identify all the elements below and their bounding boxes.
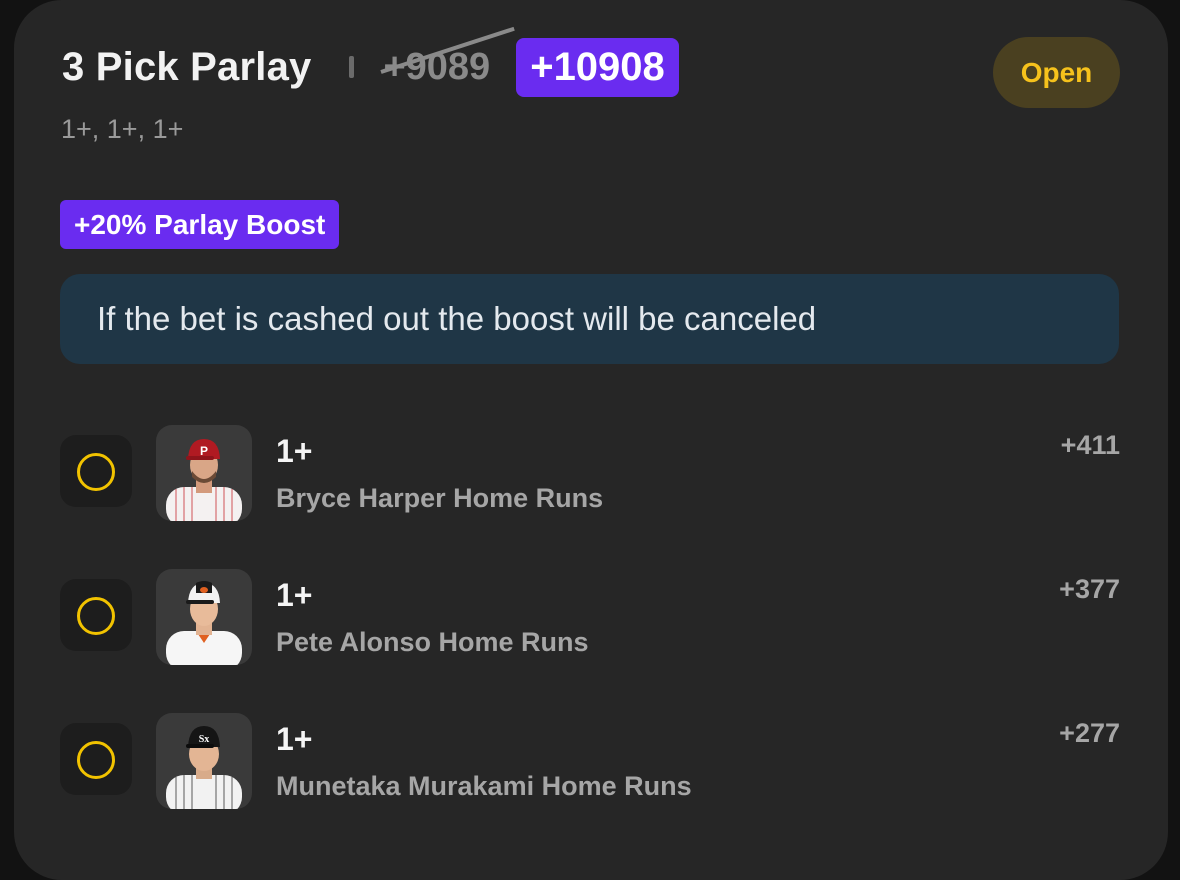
title-divider [349, 56, 355, 78]
leg-line: 1+ [276, 433, 313, 469]
status-badge: Open [993, 37, 1120, 108]
leg-odds: +277 [1059, 718, 1120, 748]
pending-circle-icon [77, 453, 115, 491]
leg-line: 1+ [276, 721, 313, 757]
original-odds: +9089 [380, 26, 516, 89]
leg-status [60, 723, 132, 795]
leg-row[interactable]: 1+ Pete Alonso Home Runs +377 [60, 569, 1120, 665]
player-avatar [156, 569, 252, 665]
boosted-odds: +10908 [516, 37, 679, 97]
leg-market: Munetaka Murakami Home Runs [276, 771, 692, 801]
player-avatar: Sx [156, 713, 252, 809]
leg-line: 1+ [276, 577, 313, 613]
player-avatar: P [156, 425, 252, 521]
lines-summary: 1+, 1+, 1+ [61, 114, 184, 144]
leg-market: Bryce Harper Home Runs [276, 483, 604, 513]
leg-odds: +377 [1059, 574, 1120, 604]
leg-odds: +411 [1060, 430, 1120, 460]
pending-circle-icon [77, 741, 115, 779]
svg-text:Sx: Sx [199, 734, 210, 745]
leg-status [60, 579, 132, 651]
bet-title: 3 Pick Parlay [62, 44, 312, 89]
cashout-notice: If the bet is cashed out the boost will … [60, 274, 1119, 364]
bet-header: 3 Pick Parlay +9089 +10908 [62, 26, 679, 98]
leg-status [60, 435, 132, 507]
leg-row[interactable]: P 1+ Bryce Harper Home Runs +411 [60, 425, 1120, 521]
pending-circle-icon [77, 597, 115, 635]
leg-market: Pete Alonso Home Runs [276, 627, 589, 657]
parlay-boost-tag: +20% Parlay Boost [60, 200, 340, 249]
parlay-card[interactable]: 3 Pick Parlay +9089 +10908 Open 1+, 1+, … [14, 0, 1168, 880]
svg-text:P: P [200, 444, 208, 458]
leg-row[interactable]: Sx 1+ Munetaka Murakami Home Runs +277 [60, 713, 1120, 809]
